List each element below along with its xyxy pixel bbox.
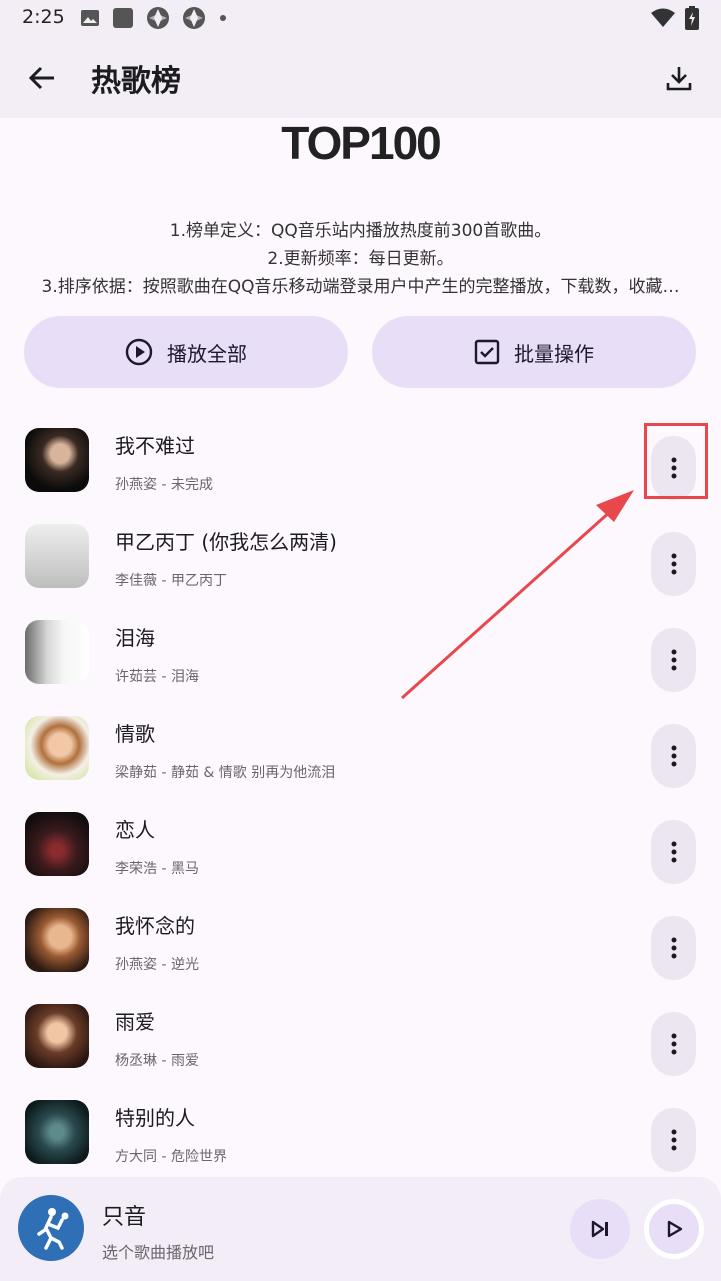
play-all-button[interactable]: 播放全部 xyxy=(24,316,348,388)
song-subtitle: 孙燕姿 - 未完成 xyxy=(115,477,213,493)
player-title: 只音 xyxy=(102,1205,147,1230)
play-all-label: 播放全部 xyxy=(167,341,247,366)
song-subtitle: 许茹芸 - 泪海 xyxy=(115,669,199,685)
more-options-button[interactable] xyxy=(651,916,696,980)
more-vertical-icon xyxy=(671,841,676,863)
arrow-back-icon xyxy=(28,66,54,90)
song-title: 泪海 xyxy=(115,626,155,650)
song-title: 特别的人 xyxy=(115,1106,195,1130)
song-subtitle: 李佳薇 - 甲乙丙丁 xyxy=(115,573,227,589)
next-button[interactable] xyxy=(570,1199,630,1259)
aperture-icon xyxy=(183,7,205,29)
song-title: 我不难过 xyxy=(115,434,195,458)
page-title: 热歌榜 xyxy=(91,64,181,99)
player-subtitle: 选个歌曲播放吧 xyxy=(102,1243,215,1262)
description-line-2: 2.更新频率：每日更新。 xyxy=(267,249,454,269)
chart-title: TOP100 xyxy=(281,117,441,169)
back-button[interactable] xyxy=(20,56,64,100)
more-options-button[interactable] xyxy=(651,1012,696,1076)
song-title: 恋人 xyxy=(115,818,155,842)
battery-icon xyxy=(685,6,699,30)
song-row[interactable]: 恋人 李荣浩 - 黑马 xyxy=(0,796,721,892)
status-bar: 2:25 xyxy=(0,0,721,36)
wifi-icon xyxy=(651,8,675,27)
album-cover xyxy=(25,428,89,492)
song-subtitle: 孙燕姿 - 逆光 xyxy=(115,957,199,973)
batch-operation-button[interactable]: 批量操作 xyxy=(372,316,696,388)
more-options-button[interactable] xyxy=(651,628,696,692)
batch-operation-label: 批量操作 xyxy=(514,341,594,366)
more-vertical-icon xyxy=(671,745,676,767)
player-avatar xyxy=(18,1195,84,1261)
skip-next-icon xyxy=(591,1220,608,1238)
image-icon xyxy=(81,10,99,26)
more-vertical-icon xyxy=(671,1129,676,1151)
system-icons xyxy=(651,6,699,30)
mini-player[interactable]: 只音 选个歌曲播放吧 xyxy=(0,1177,721,1281)
song-title: 雨爱 xyxy=(115,1010,155,1034)
play-button[interactable] xyxy=(644,1199,704,1259)
more-options-button[interactable] xyxy=(651,820,696,884)
download-button[interactable] xyxy=(657,56,701,100)
song-title: 我怀念的 xyxy=(115,914,195,938)
song-list: 我不难过 孙燕姿 - 未完成 甲乙丙丁 (你我怎么两清) 李佳薇 - 甲乙丙丁 … xyxy=(0,412,721,1180)
more-vertical-icon xyxy=(671,937,676,959)
song-title: 情歌 xyxy=(115,722,155,746)
album-cover xyxy=(25,1004,89,1068)
checkbox-icon xyxy=(474,339,500,365)
download-icon xyxy=(666,67,692,91)
album-cover xyxy=(25,908,89,972)
status-time: 2:25 xyxy=(22,6,65,28)
song-subtitle: 李荣浩 - 黑马 xyxy=(115,861,199,877)
dot-icon xyxy=(220,15,226,21)
more-vertical-icon xyxy=(671,649,676,671)
album-cover xyxy=(25,620,89,684)
song-row[interactable]: 我怀念的 孙燕姿 - 逆光 xyxy=(0,892,721,988)
song-subtitle: 梁静茹 - 静茹 & 情歌 别再为他流泪 xyxy=(115,765,336,781)
play-icon xyxy=(667,1220,683,1238)
song-row[interactable]: 情歌 梁静茹 - 静茹 & 情歌 别再为他流泪 xyxy=(0,700,721,796)
description-line-3: 3.排序依据：按照歌曲在QQ音乐移动端登录用户中产生的完整播放，下载数，收藏… xyxy=(41,277,680,297)
more-vertical-icon xyxy=(671,1033,676,1055)
song-subtitle: 杨丞琳 - 雨爱 xyxy=(115,1053,199,1069)
more-options-button[interactable] xyxy=(651,1108,696,1172)
song-row[interactable]: 甲乙丙丁 (你我怎么两清) 李佳薇 - 甲乙丙丁 xyxy=(0,508,721,604)
song-row[interactable]: 特别的人 方大同 - 危险世界 xyxy=(0,1084,721,1180)
aperture-icon xyxy=(147,7,169,29)
album-cover xyxy=(25,1100,89,1164)
square-icon xyxy=(113,8,133,28)
album-cover xyxy=(25,716,89,780)
album-cover xyxy=(25,524,89,588)
more-vertical-icon xyxy=(671,553,676,575)
album-cover xyxy=(25,812,89,876)
description-line-1: 1.榜单定义：QQ音乐站内播放热度前300首歌曲。 xyxy=(169,221,552,241)
song-row[interactable]: 雨爱 杨丞琳 - 雨爱 xyxy=(0,988,721,1084)
app-bar: 热歌榜 xyxy=(0,36,721,118)
song-title: 甲乙丙丁 (你我怎么两清) xyxy=(115,530,337,554)
song-row[interactable]: 泪海 许茹芸 - 泪海 xyxy=(0,604,721,700)
song-subtitle: 方大同 - 危险世界 xyxy=(115,1149,227,1165)
basketball-player-icon xyxy=(37,1208,69,1250)
annotation-highlight-box xyxy=(644,423,708,499)
more-options-button[interactable] xyxy=(651,532,696,596)
more-options-button[interactable] xyxy=(651,724,696,788)
play-button-inner xyxy=(649,1204,699,1254)
notification-icons xyxy=(80,6,228,30)
play-circle-icon xyxy=(125,338,153,366)
song-row[interactable]: 我不难过 孙燕姿 - 未完成 xyxy=(0,412,721,508)
